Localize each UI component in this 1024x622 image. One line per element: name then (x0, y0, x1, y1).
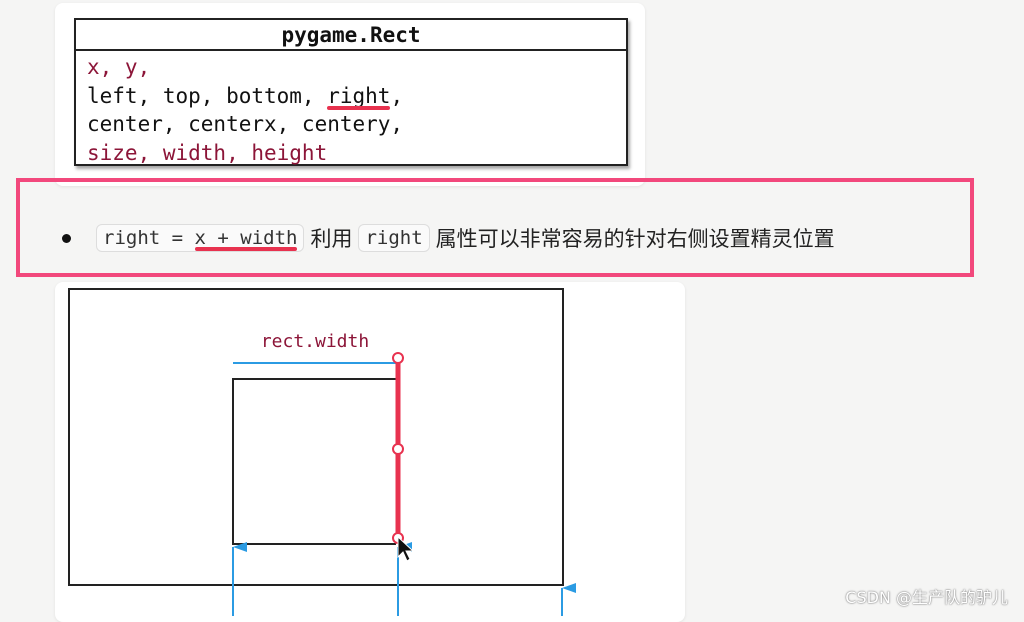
handle-top[interactable] (392, 352, 404, 364)
rect-width-label: rect.width (261, 331, 369, 352)
handle-middle[interactable] (392, 443, 404, 455)
rect-right-diagram: rect.width (68, 288, 576, 616)
watermark: CSDN @生产队的驴儿 (845, 588, 1008, 607)
